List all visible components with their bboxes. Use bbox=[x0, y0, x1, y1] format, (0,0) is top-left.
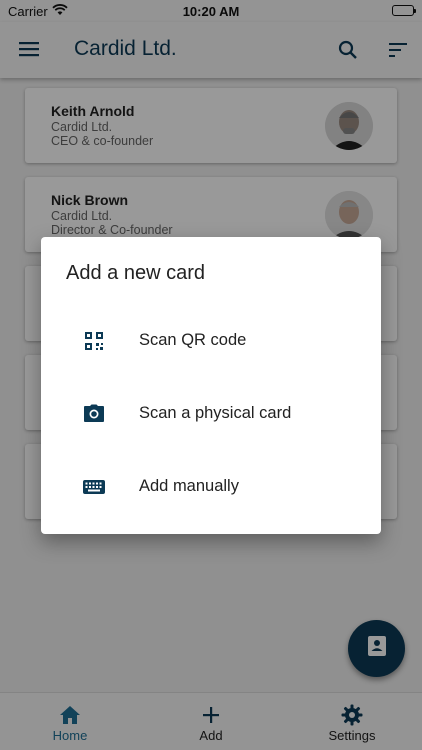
option-label: Scan QR code bbox=[139, 331, 247, 349]
add-manually-option[interactable]: Add manually bbox=[41, 457, 381, 517]
qr-code-icon bbox=[82, 329, 106, 353]
scan-qr-option[interactable]: Scan QR code bbox=[41, 311, 381, 371]
keyboard-icon bbox=[82, 475, 106, 499]
camera-icon bbox=[82, 402, 106, 426]
scan-physical-card-option[interactable]: Scan a physical card bbox=[41, 384, 381, 444]
add-card-dialog: Add a new card Scan QR code Scan a physi… bbox=[41, 237, 381, 534]
option-label: Add manually bbox=[139, 477, 239, 495]
option-label: Scan a physical card bbox=[139, 404, 292, 422]
dialog-title: Add a new card bbox=[66, 262, 205, 284]
